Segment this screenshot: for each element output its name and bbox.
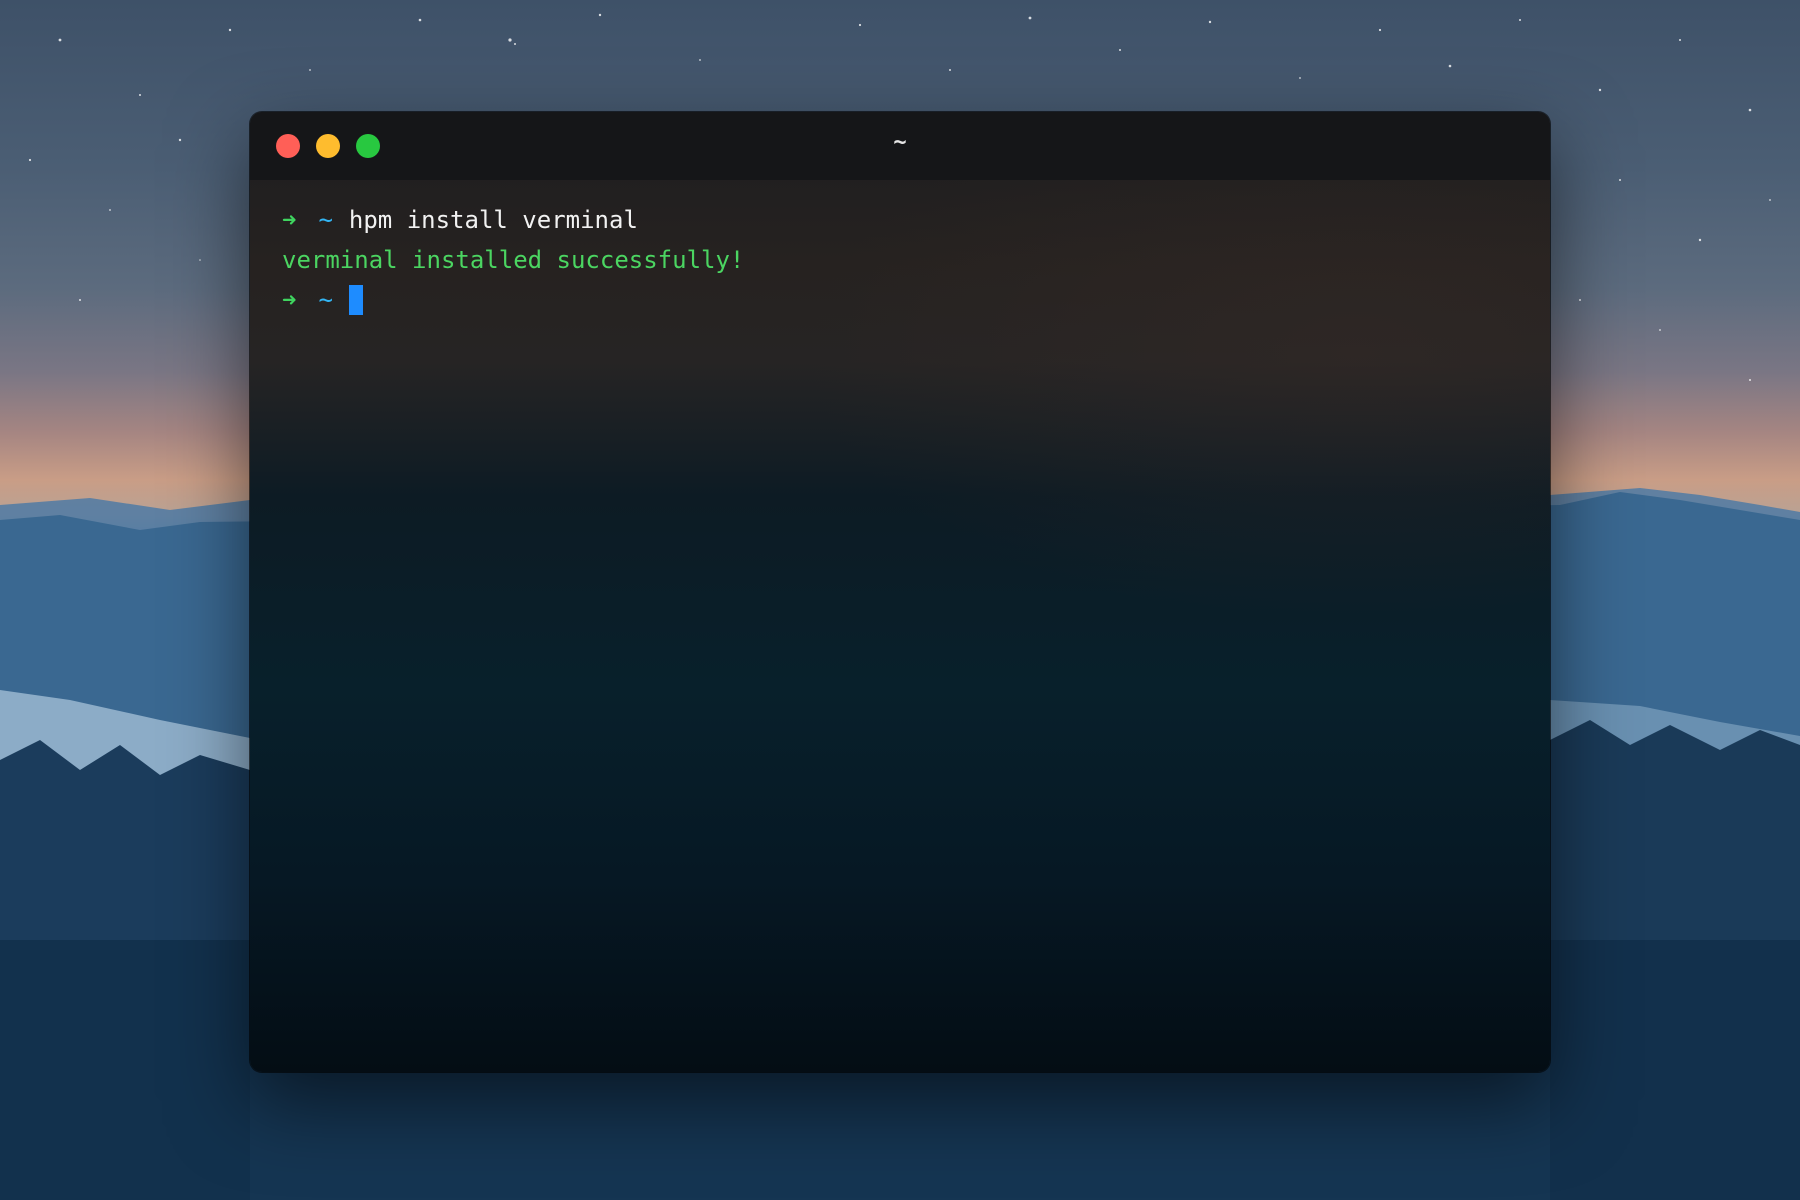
arrow-right-icon: ➜ (282, 206, 297, 234)
active-prompt-line[interactable]: ➜ ~ (282, 280, 1518, 320)
terminal-window[interactable]: ~ ➜ ~ hpm install verminal verminal inst… (250, 112, 1550, 1072)
prompt-directory: ~ (318, 286, 333, 314)
prompt-directory: ~ (318, 206, 333, 234)
output-line: verminal installed successfully! (282, 240, 1518, 280)
command-text: hpm install verminal (348, 206, 638, 234)
command-line: ➜ ~ hpm install verminal (282, 200, 1518, 240)
title-bar[interactable]: ~ (250, 112, 1550, 180)
terminal-output-area[interactable]: ➜ ~ hpm install verminal verminal instal… (250, 180, 1550, 340)
block-cursor-icon (348, 285, 363, 315)
window-title: ~ (893, 130, 907, 155)
success-message: verminal installed successfully! (282, 246, 745, 274)
arrow-right-icon: ➜ (282, 286, 297, 314)
